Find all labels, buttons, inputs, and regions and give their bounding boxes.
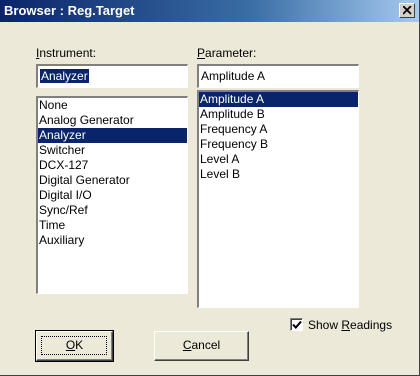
instrument-list-item[interactable]: DCX-127 — [38, 158, 187, 173]
instrument-list-item[interactable]: Digital Generator — [38, 173, 187, 188]
parameter-value: Amplitude A — [201, 69, 266, 83]
instrument-listbox[interactable]: None Analog Generator Analyzer Switcher DCX-… — [36, 96, 188, 294]
close-button[interactable] — [399, 3, 415, 18]
parameter-list-item[interactable]: Level A — [199, 152, 358, 167]
instrument-list-item[interactable]: Digital I/O — [38, 188, 187, 203]
focus-rectangle — [41, 336, 107, 355]
ok-button[interactable]: OK — [35, 330, 114, 362]
instrument-list-item[interactable]: Analyzer — [38, 128, 187, 143]
parameter-list-item[interactable]: Level B — [199, 167, 358, 182]
parameter-label: Parameter: — [197, 46, 257, 60]
instrument-list-item[interactable]: None — [38, 98, 187, 113]
instrument-value: Analyzer — [40, 69, 89, 83]
instrument-list-item[interactable]: Analog Generator — [38, 113, 187, 128]
cancel-button[interactable]: Cancel — [154, 331, 249, 361]
window-title: Browser : Reg.Target — [4, 3, 135, 18]
checkmark-icon — [292, 320, 302, 329]
instrument-list-item[interactable]: Time — [38, 218, 187, 233]
instrument-label: Instrument: — [36, 46, 97, 60]
parameter-list-item[interactable]: Amplitude A — [199, 92, 358, 107]
show-readings-checkbox[interactable] — [290, 318, 303, 331]
instrument-list-item[interactable]: Sync/Ref — [38, 203, 187, 218]
parameter-list-item[interactable]: Frequency B — [199, 137, 358, 152]
title-bar[interactable]: Browser : Reg.Target — [0, 0, 419, 22]
parameter-listbox[interactable]: Amplitude A Amplitude B Frequency A Frequen… — [197, 90, 359, 308]
browser-dialog: Browser : Reg.Target Instrument: Analyze… — [0, 0, 420, 376]
instrument-list-item[interactable]: Switcher — [38, 143, 187, 158]
parameter-list-item[interactable]: Frequency A — [199, 122, 358, 137]
instrument-list-item[interactable]: Auxiliary — [38, 233, 187, 248]
close-icon — [403, 6, 412, 15]
parameter-field[interactable]: Amplitude A — [197, 64, 359, 88]
instrument-field[interactable]: Analyzer — [36, 64, 188, 88]
parameter-list-item[interactable]: Amplitude B — [199, 107, 358, 122]
show-readings-label[interactable]: Show Readings — [308, 318, 392, 332]
